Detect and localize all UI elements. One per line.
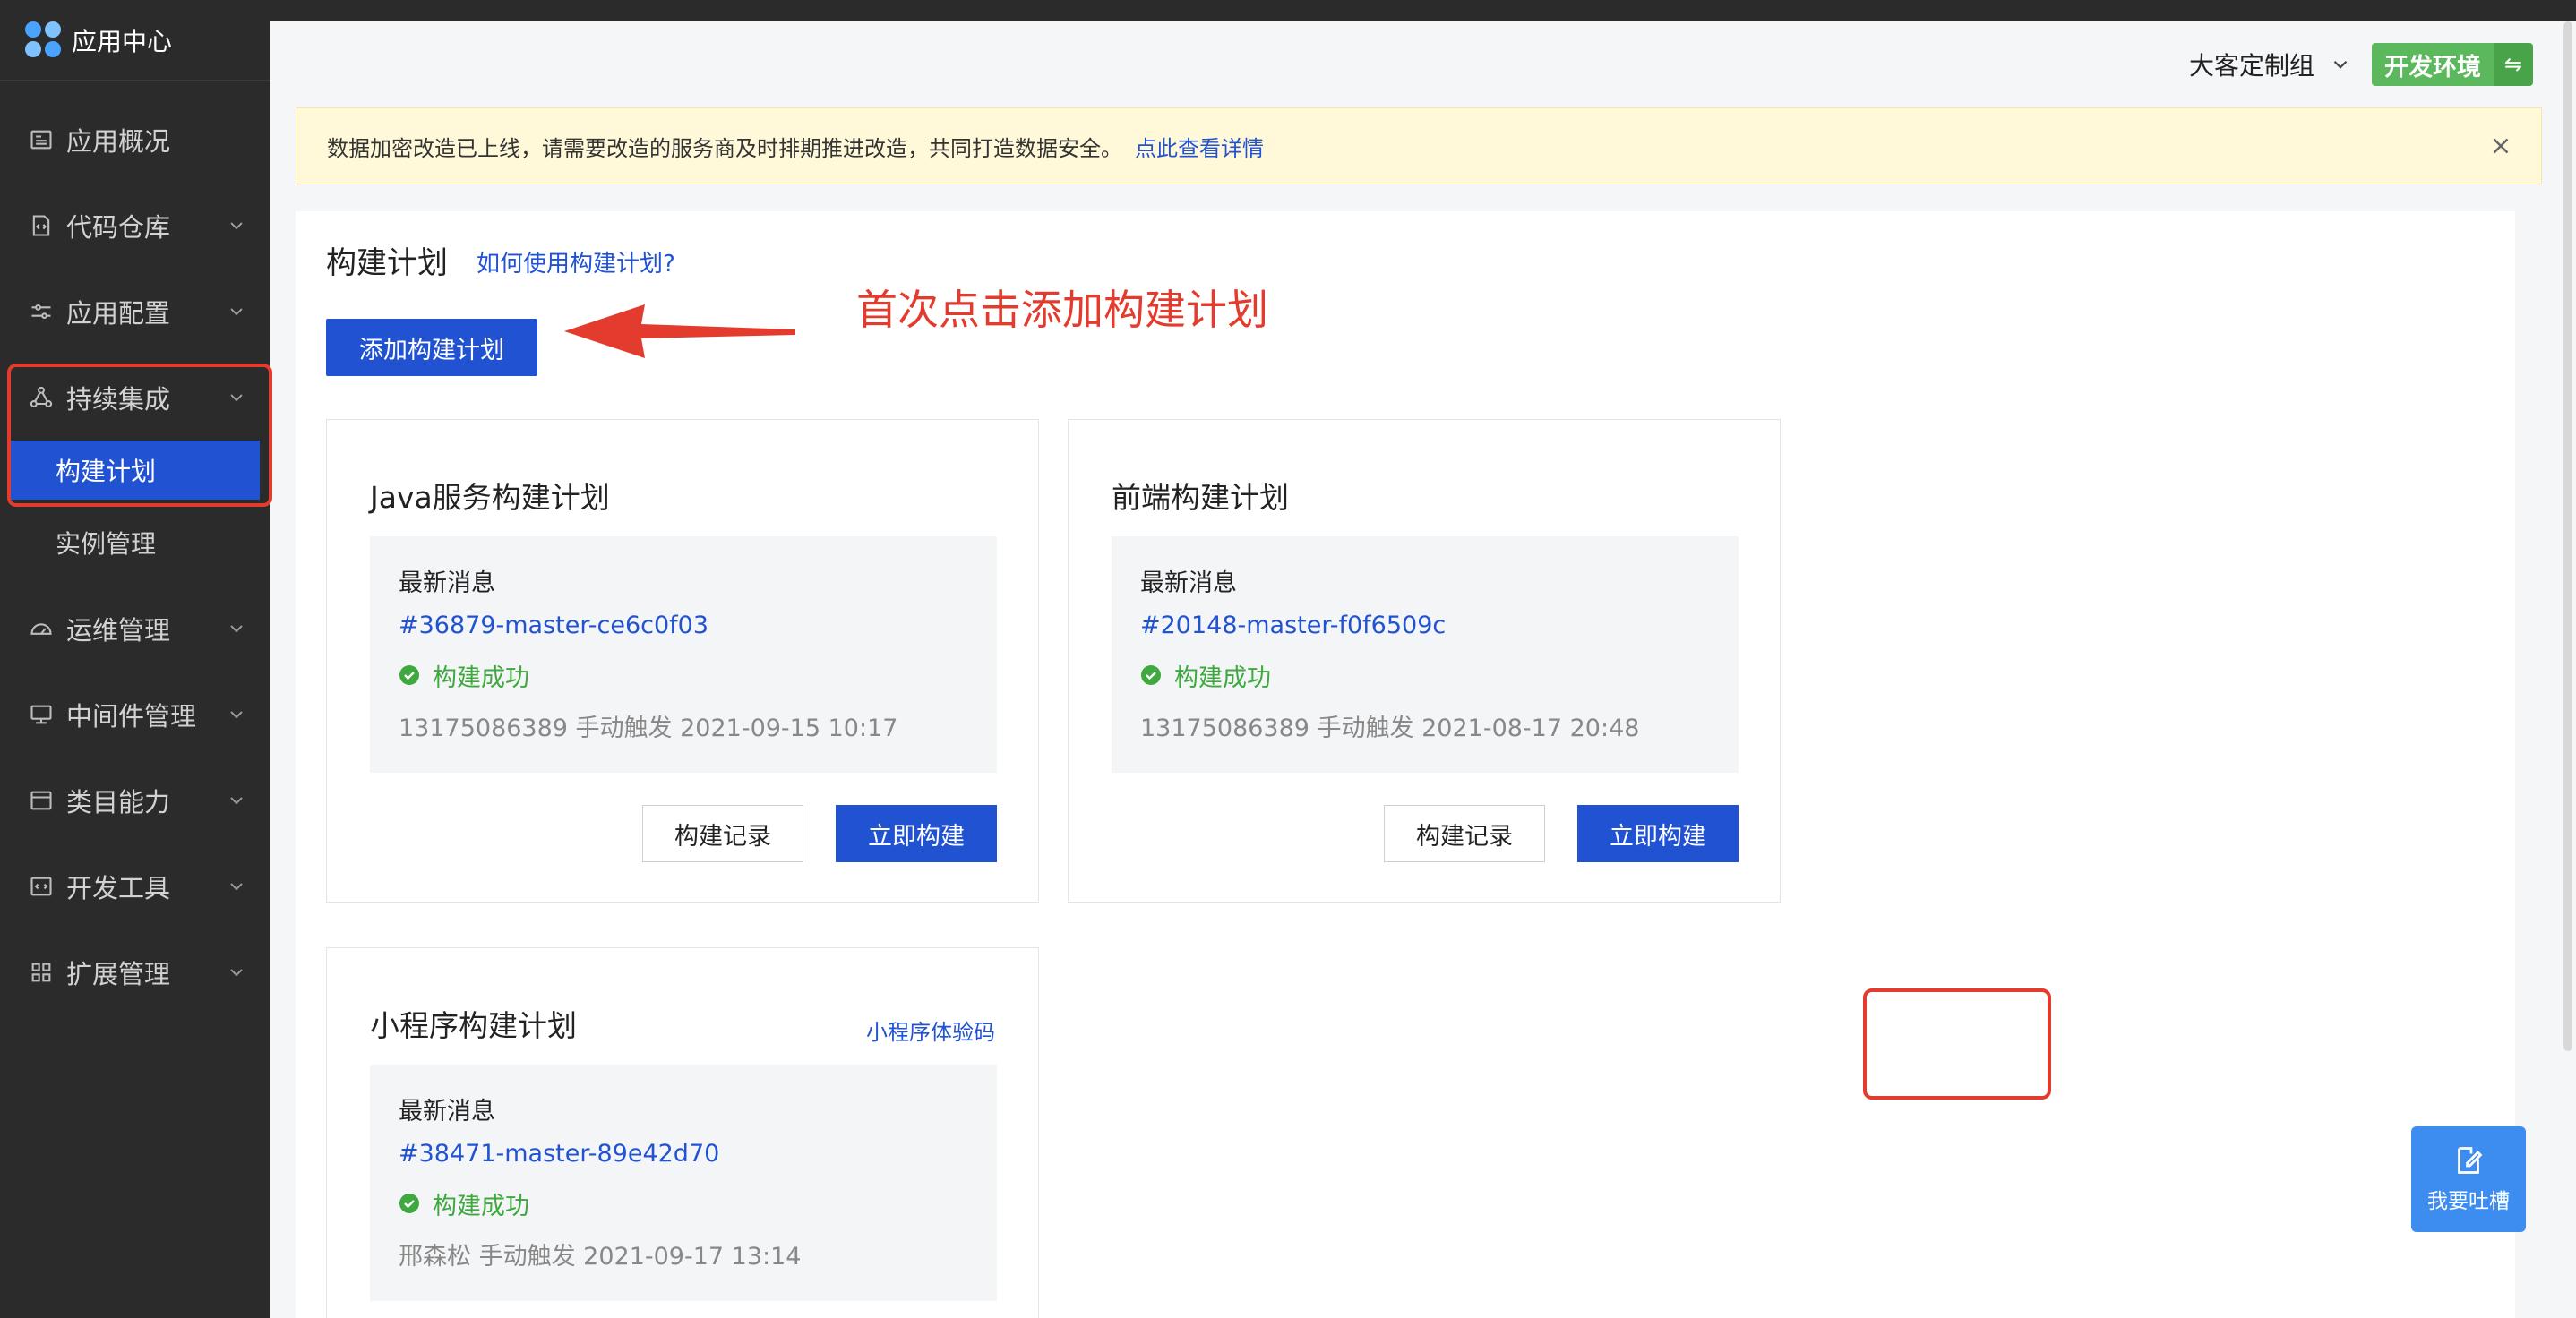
chevron-down-icon <box>230 797 243 805</box>
notice-text: 数据加密改造已上线，请需要改造的服务商及时排期推进改造，共同打造数据安全。 <box>327 135 1122 161</box>
ci-nodes-icon <box>29 385 54 410</box>
sidebar-item-ops[interactable]: 运维管理 <box>0 586 270 672</box>
sidebar-item-app-config[interactable]: 应用配置 <box>0 269 270 355</box>
help-link[interactable]: 如何使用构建计划? <box>477 245 675 278</box>
env-badge[interactable]: 开发环境 ⇋ <box>2372 43 2533 86</box>
check-circle-icon <box>399 1194 419 1213</box>
category-icon <box>29 788 54 813</box>
msg-head: 最新消息 <box>1140 569 1237 597</box>
grid-icon <box>29 960 54 985</box>
feedback-label: 我要吐槽 <box>2427 1190 2510 1213</box>
chevron-down-icon <box>230 711 243 719</box>
server-icon <box>29 702 54 727</box>
build-meta: 13175086389 手动触发 2021-08-17 20:48 <box>1140 715 1640 742</box>
build-meta: 邢森松 手动触发 2021-09-17 13:14 <box>399 1243 802 1271</box>
notice-detail-link[interactable]: 点此查看详情 <box>1135 131 1264 162</box>
card-title: 小程序构建计划 <box>370 1008 577 1043</box>
chevron-down-icon <box>230 308 243 316</box>
miniprogram-qr-link[interactable]: 小程序体验码 <box>866 1014 995 1046</box>
sidebar-item-label: 中间件管理 <box>66 701 197 732</box>
sidebar-item-label: 开发工具 <box>66 873 171 903</box>
sidebar-item-label: 类目能力 <box>66 787 171 817</box>
build-status: 构建成功 <box>399 660 968 692</box>
status-text: 构建成功 <box>1174 663 1271 692</box>
build-now-button[interactable]: 立即构建 <box>836 805 997 862</box>
latest-message-box: 最新消息 #20148-master-f0f6509c 构建成功 1317508… <box>1112 536 1739 773</box>
team-name: 大客定制组 <box>2188 51 2314 81</box>
build-id-link[interactable]: #20148-master-f0f6509c <box>1140 612 1710 642</box>
sidebar-item-code-repo[interactable]: 代码仓库 <box>0 183 270 269</box>
chevron-down-icon <box>230 625 243 633</box>
sidebar-item-label: 应用配置 <box>66 298 171 329</box>
feedback-button[interactable]: 我要吐槽 <box>2411 1126 2526 1232</box>
status-text: 构建成功 <box>433 1192 529 1220</box>
sidebar-item-extensions[interactable]: 扩展管理 <box>0 929 270 1015</box>
build-status: 构建成功 <box>399 1188 968 1220</box>
sliders-icon <box>29 299 54 324</box>
sidebar-nav: 应用概况 代码仓库 应用配置 持续集成 构建计划 实例管理 运维管理 中间件管理 <box>0 97 270 1015</box>
sidebar-item-middleware[interactable]: 中间件管理 <box>0 672 270 757</box>
chevron-down-icon <box>230 969 243 977</box>
sidebar-item-category[interactable]: 类目能力 <box>0 757 270 843</box>
switch-arrows-icon[interactable]: ⇋ <box>2494 43 2533 86</box>
chevron-down-icon <box>230 883 243 891</box>
header: 大客定制组 开发环境 ⇋ <box>270 21 2576 107</box>
scrollbar[interactable] <box>2563 21 2572 1051</box>
dev-tools-icon <box>29 874 54 899</box>
build-plan-card-miniprogram: 小程序构建计划 小程序体验码 最新消息 #38471-master-89e42d… <box>326 947 1039 1318</box>
edit-note-icon <box>2458 1147 2483 1174</box>
team-selector[interactable]: 大客定制组 <box>2189 47 2352 82</box>
check-circle-icon <box>1141 665 1161 685</box>
sidebar-item-label: 代码仓库 <box>66 212 171 243</box>
add-build-plan-button[interactable]: 添加构建计划 <box>326 319 537 376</box>
sidebar-item-dev-tools[interactable]: 开发工具 <box>0 843 270 929</box>
sidebar-subitem-build-plan[interactable]: 构建计划 <box>11 441 260 500</box>
page-title: 构建计划 <box>326 245 448 281</box>
top-strip <box>270 0 2576 21</box>
app-logo-bar[interactable]: 应用中心 <box>0 0 270 81</box>
sidebar-item-overview[interactable]: 应用概况 <box>0 97 270 183</box>
chevron-down-icon <box>230 222 243 230</box>
app-logo-icon <box>25 21 63 59</box>
annotation-build-now-highlight <box>1863 988 2051 1100</box>
build-status: 构建成功 <box>1140 660 1710 692</box>
build-plan-card-java: Java服务构建计划 最新消息 #36879-master-ce6c0f03 构… <box>326 419 1039 903</box>
build-plan-card-frontend: 前端构建计划 最新消息 #20148-master-f0f6509c 构建成功 … <box>1068 419 1781 903</box>
build-id-link[interactable]: #38471-master-89e42d70 <box>399 1140 968 1170</box>
build-record-button[interactable]: 构建记录 <box>1384 805 1545 862</box>
msg-head: 最新消息 <box>399 569 495 597</box>
check-circle-icon <box>399 665 419 685</box>
app-title: 应用中心 <box>72 26 173 56</box>
build-id-link[interactable]: #36879-master-ce6c0f03 <box>399 612 968 642</box>
card-title: 前端构建计划 <box>1112 480 1289 515</box>
latest-message-box: 最新消息 #38471-master-89e42d70 构建成功 邢森松 手动触… <box>370 1065 997 1301</box>
sidebar-subitem-instance-mgmt[interactable]: 实例管理 <box>0 500 270 586</box>
chevron-up-icon <box>230 394 243 402</box>
overview-icon <box>29 127 54 152</box>
status-text: 构建成功 <box>433 663 529 692</box>
sidebar: 应用中心 应用概况 代码仓库 应用配置 持续集成 构建计划 实例管理 运维管理 <box>0 0 272 1318</box>
sidebar-item-label: 持续集成 <box>66 384 171 415</box>
build-plan-panel: 构建计划 如何使用构建计划? 添加构建计划 首次点击添加构建计划 Java服务构… <box>296 211 2515 1318</box>
code-repo-icon <box>29 213 54 238</box>
annotation-arrow-icon <box>564 304 795 358</box>
build-now-button[interactable]: 立即构建 <box>1577 805 1739 862</box>
latest-message-box: 最新消息 #36879-master-ce6c0f03 构建成功 1317508… <box>370 536 997 773</box>
env-label: 开发环境 <box>2372 43 2494 86</box>
card-title: Java服务构建计划 <box>370 480 610 515</box>
close-icon[interactable] <box>2487 133 2514 159</box>
build-meta: 13175086389 手动触发 2021-09-15 10:17 <box>399 715 898 742</box>
sidebar-item-ci[interactable]: 持续集成 <box>0 355 270 441</box>
build-record-button[interactable]: 构建记录 <box>642 805 803 862</box>
sidebar-item-label: 应用概况 <box>66 126 171 157</box>
gauge-icon <box>29 616 54 641</box>
annotation-hint-text: 首次点击添加构建计划 <box>856 286 1268 334</box>
sidebar-item-label: 运维管理 <box>66 615 171 646</box>
sidebar-item-label: 扩展管理 <box>66 959 171 989</box>
chevron-down-icon <box>2333 60 2348 69</box>
msg-head: 最新消息 <box>399 1098 495 1125</box>
notice-banner: 数据加密改造已上线，请需要改造的服务商及时排期推进改造，共同打造数据安全。 点此… <box>296 107 2542 184</box>
